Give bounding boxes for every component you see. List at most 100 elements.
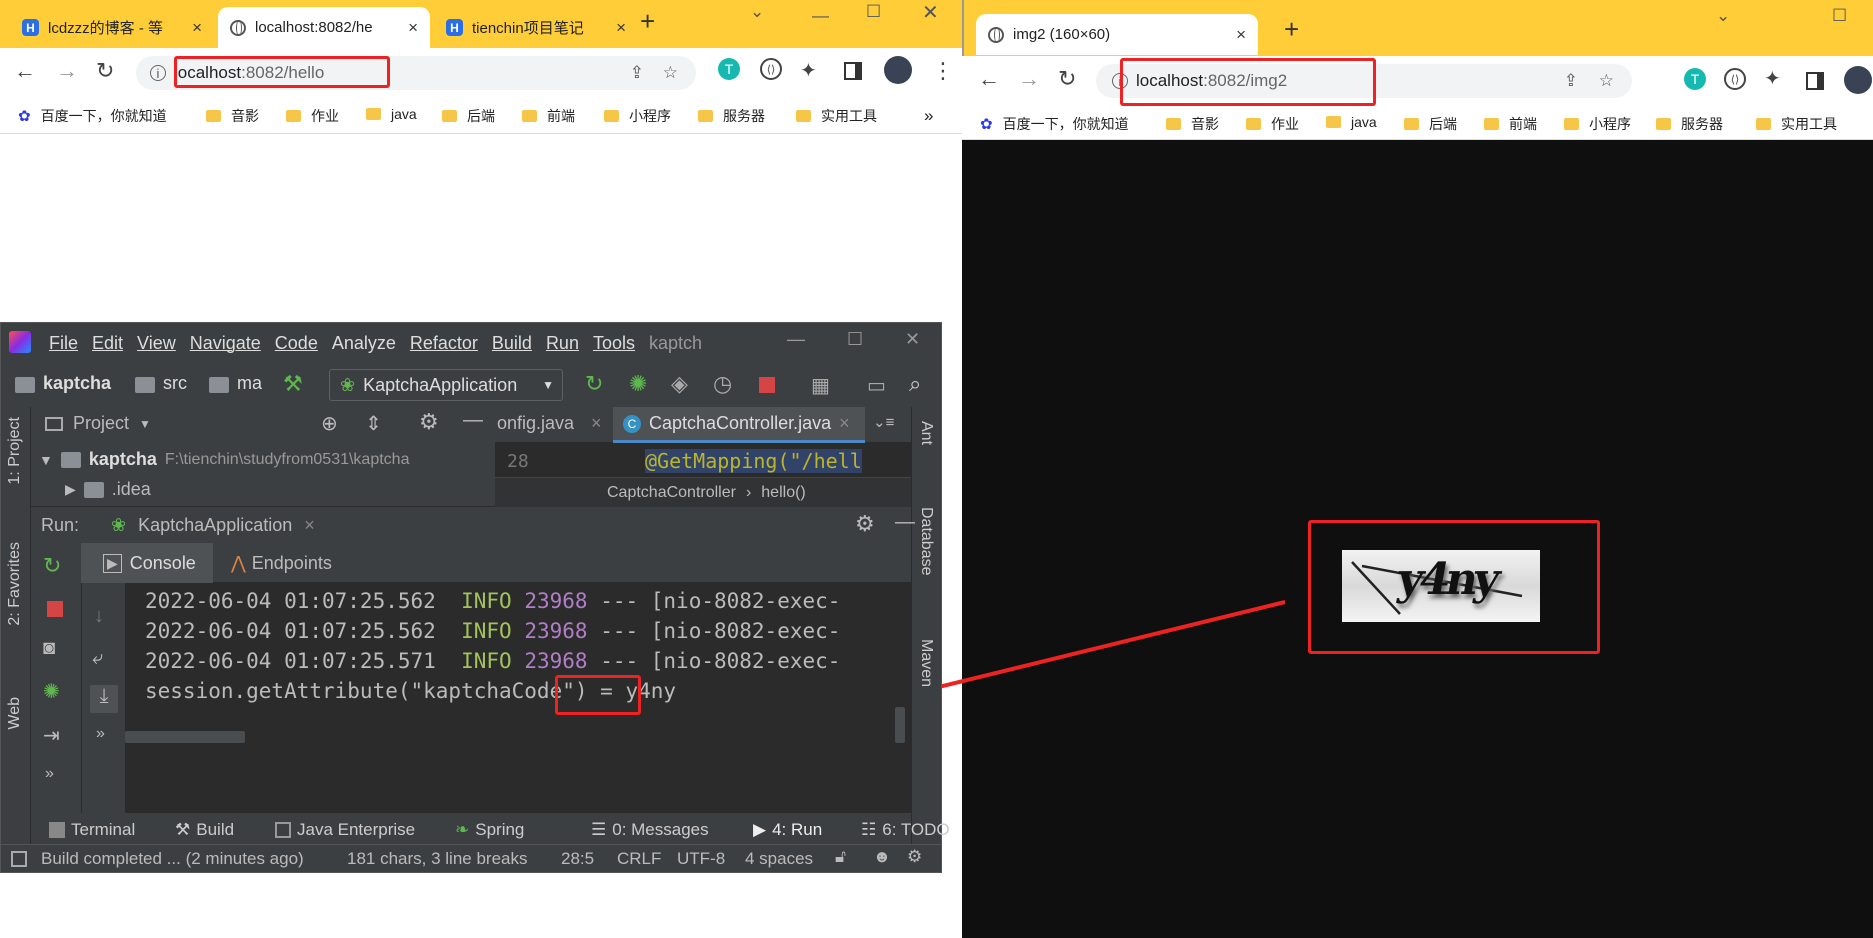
bottom-tab-messages[interactable]: ☰ 0: Messages — [591, 820, 709, 840]
stop-icon[interactable] — [47, 601, 63, 617]
status-selection: 181 chars, 3 line breaks — [347, 849, 528, 868]
ide-maximize-button[interactable]: ☐ — [847, 329, 863, 350]
rerun-icon[interactable]: ↻ — [43, 553, 61, 579]
breadcrumb-main[interactable]: ma — [237, 373, 262, 394]
build-hammer-icon[interactable]: ⚒ — [283, 371, 303, 397]
left-tool-strip: 1: Project 2: Favorites Web — [1, 407, 31, 852]
close-tab-icon[interactable]: × — [304, 515, 315, 536]
tree-root-kaptcha[interactable]: ▼ kaptcha F:\tienchin\studyfrom0531\kapt… — [39, 449, 409, 470]
soft-wrap-icon[interactable]: ⤶ — [92, 647, 103, 670]
log-rest: --- [nio-8082-exec- — [587, 589, 841, 613]
bottom-tab-run[interactable]: ▶ 4: Run — [753, 820, 822, 840]
bottom-tab-spring[interactable]: ❧ Spring — [455, 820, 524, 840]
login-icon[interactable]: ⇥ — [43, 723, 60, 748]
menu-file[interactable]: File — [49, 333, 78, 354]
run-config-label: KaptchaApplication — [363, 374, 518, 395]
vertical-scrollbar[interactable] — [895, 707, 905, 743]
breadcrumb-project[interactable]: kaptcha — [43, 373, 111, 394]
hide-panel-icon[interactable]: — — [463, 409, 483, 432]
log-timestamp: 2022-06-04 01:07:25.571 — [145, 649, 436, 673]
debug-settings-icon[interactable]: ✺ — [43, 679, 60, 704]
ide-minimize-button[interactable]: — — [787, 329, 805, 350]
status-line-separator[interactable]: CRLF — [617, 849, 661, 869]
collapse-all-icon[interactable]: ⇕ — [365, 411, 382, 436]
tool-window-maven[interactable]: Maven — [917, 639, 935, 687]
tree-root-path: F:\tienchin\studyfrom0531\kaptcha — [164, 450, 410, 468]
tab-endpoints-label: Endpoints — [251, 552, 332, 573]
menu-build[interactable]: Build — [492, 333, 532, 354]
bottom-tab-label: 6: TODO — [882, 820, 950, 839]
menu-code[interactable]: Code — [275, 333, 318, 354]
breadcrumb-class[interactable]: CaptchaController — [607, 484, 736, 502]
editor-tab-config[interactable]: onfig.java — [497, 413, 574, 434]
settings-gear-icon[interactable]: ⚙ — [855, 511, 875, 537]
stop-icon[interactable] — [759, 377, 775, 393]
menu-refactor[interactable]: Refactor — [410, 333, 478, 354]
status-indent[interactable]: 4 spaces — [745, 849, 813, 869]
debug-bug-icon[interactable]: ✺ — [629, 371, 647, 397]
bottom-tab-java-enterprise[interactable]: Java Enterprise — [275, 820, 415, 840]
inspector-icon[interactable]: ☻ — [873, 847, 891, 867]
right-tool-strip: Ant Database Maven — [911, 407, 941, 852]
status-caret-position[interactable]: 28:5 — [561, 849, 594, 869]
bottom-tab-build[interactable]: ⚒ Build — [175, 820, 234, 840]
run-config-selector[interactable]: ❀ KaptchaApplication ▼ — [329, 369, 563, 401]
project-structure-icon[interactable]: ▦ — [811, 373, 830, 398]
menu-edit[interactable]: Edit — [92, 333, 123, 354]
code-line[interactable]: @GetMapping("/hell — [645, 449, 862, 473]
tool-window-ant[interactable]: Ant — [917, 421, 935, 445]
horizontal-scrollbar[interactable] — [125, 731, 245, 743]
camera-icon[interactable]: ◙ — [43, 637, 55, 660]
messages-icon: ☰ — [591, 820, 607, 839]
run-anything-icon[interactable]: ▭ — [867, 373, 886, 398]
more-actions-icon[interactable]: » — [96, 725, 105, 743]
menu-navigate[interactable]: Navigate — [190, 333, 261, 354]
tab-list-icon[interactable]: ⌄≡ — [873, 413, 894, 431]
tree-item-idea[interactable]: ▶ .idea — [65, 479, 151, 500]
lock-icon[interactable]: 🔓︎ — [835, 847, 846, 867]
tool-window-favorites[interactable]: 2: Favorites — [6, 542, 24, 626]
tool-windows-toggle-icon[interactable] — [11, 851, 27, 867]
log-pid: 23968 — [524, 619, 588, 643]
status-message[interactable]: Build completed ... (2 minutes ago) — [41, 849, 304, 869]
console-output[interactable]: 2022-06-04 01:07:25.562 INFO 23968 --- [… — [125, 583, 911, 813]
search-icon[interactable]: ⌕ — [909, 371, 921, 397]
tool-window-project[interactable]: 1: Project — [6, 417, 24, 485]
status-encoding[interactable]: UTF-8 — [677, 849, 725, 869]
hide-panel-icon[interactable]: — — [895, 511, 915, 534]
arrow-down-icon[interactable]: ↓ — [94, 605, 104, 628]
profile-icon[interactable]: ◷ — [713, 371, 732, 397]
close-tab-icon[interactable]: × — [839, 413, 850, 434]
menu-analyze[interactable]: Analyze — [332, 333, 396, 354]
ide-window: File Edit View Navigate Code Analyze Ref… — [0, 322, 950, 873]
ide-nav-toolbar: kaptcha src ma ⚒ ❀ KaptchaApplication ▼ … — [1, 363, 941, 407]
bottom-tab-terminal[interactable]: Terminal — [49, 820, 135, 840]
bottom-tab-label: Java Enterprise — [297, 820, 416, 839]
settings-gear-icon[interactable]: ⚙ — [419, 409, 439, 435]
menu-run[interactable]: Run — [546, 333, 579, 354]
menu-view[interactable]: View — [137, 333, 176, 354]
project-panel-header[interactable]: Project ▼ — [45, 413, 151, 434]
line-number: 28 — [507, 451, 529, 472]
menu-tools[interactable]: Tools — [593, 333, 635, 354]
bottom-tab-label: 0: Messages — [612, 820, 709, 839]
bottom-tab-todo[interactable]: ☷ 6: TODO — [861, 820, 950, 840]
locate-target-icon[interactable]: ⊕ — [321, 411, 338, 436]
editor-tab-captcha-controller[interactable]: C CaptchaController.java × — [613, 407, 865, 443]
ide-close-button[interactable]: ✕ — [905, 329, 920, 350]
tool-window-web[interactable]: Web — [6, 697, 24, 730]
tool-window-database[interactable]: Database — [917, 507, 935, 576]
bottom-tab-label: Terminal — [71, 820, 136, 839]
tab-console[interactable]: ▶ Console — [81, 543, 213, 583]
tab-endpoints[interactable]: ⋀ Endpoints — [221, 543, 332, 583]
close-tab-icon[interactable]: × — [591, 413, 602, 434]
more-actions-icon[interactable]: » — [45, 765, 54, 783]
rerun-icon[interactable]: ↻ — [585, 371, 603, 397]
scroll-to-end-icon[interactable]: ⤓ — [90, 685, 118, 713]
breadcrumb-method[interactable]: hello() — [761, 484, 805, 502]
event-log-icon[interactable]: ⚙ — [907, 847, 922, 867]
project-panel: Project ▼ ⊕ ⇕ ⚙ — ▼ kaptcha F:\tienchin\… — [31, 407, 495, 507]
coverage-shield-icon[interactable]: ◈ — [671, 371, 688, 397]
breadcrumb-src[interactable]: src — [163, 373, 187, 394]
run-panel-config[interactable]: KaptchaApplication — [138, 515, 292, 536]
